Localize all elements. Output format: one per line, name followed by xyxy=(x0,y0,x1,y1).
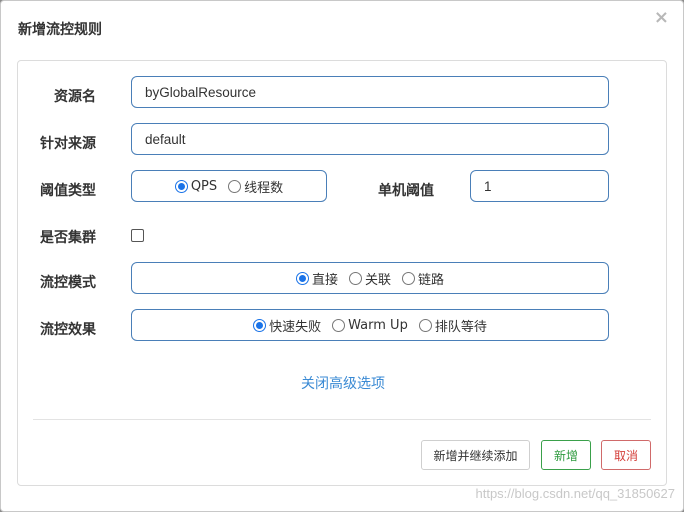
close-icon[interactable]: × xyxy=(654,9,669,27)
resource-field xyxy=(131,76,609,108)
behavior-label: 流控效果 xyxy=(40,322,96,338)
strategy-option-label: 关联 xyxy=(364,272,391,288)
resource-label: 资源名 xyxy=(54,89,96,105)
grade-option-threads[interactable]: 线程数 xyxy=(228,177,283,196)
add-button[interactable]: 新增 xyxy=(541,440,591,470)
footer-divider xyxy=(33,419,651,420)
add-flow-rule-dialog: 新增流控规则 × 资源名 针对来源 阈值类型 QPS 线程数 单机阈值 是否集群… xyxy=(0,0,684,512)
radio-icon xyxy=(253,318,267,332)
grade-radio-group: QPS 线程数 xyxy=(131,170,327,202)
radio-icon xyxy=(332,318,346,332)
radio-icon xyxy=(295,271,309,285)
strategy-option-relate[interactable]: 关联 xyxy=(348,269,391,288)
radio-icon xyxy=(174,179,188,193)
count-input[interactable] xyxy=(471,171,608,201)
strategy-option-label: 直接 xyxy=(311,272,338,288)
limit-app-label: 针对来源 xyxy=(40,136,96,152)
strategy-radio-group: 直接 关联 链路 xyxy=(131,262,609,294)
strategy-label: 流控模式 xyxy=(40,275,96,291)
behavior-radio-group: 快速失败 Warm Up 排队等待 xyxy=(131,309,609,341)
radio-icon xyxy=(348,271,362,285)
limit-app-field xyxy=(131,123,609,155)
count-label: 单机阈值 xyxy=(378,183,434,199)
count-field xyxy=(470,170,609,202)
behavior-option-label: 排队等待 xyxy=(434,319,487,335)
grade-label: 阈值类型 xyxy=(40,183,96,199)
behavior-option-warm-up[interactable]: Warm Up xyxy=(332,318,408,333)
close-advanced-options-link[interactable]: 关闭高级选项 xyxy=(1,373,684,393)
grade-option-qps[interactable]: QPS xyxy=(174,178,218,194)
limit-app-input[interactable] xyxy=(132,124,608,154)
watermark: https://blog.csdn.net/qq_31850627 xyxy=(475,486,676,501)
resource-input[interactable] xyxy=(132,77,608,107)
strategy-option-label: 链路 xyxy=(418,272,445,288)
cluster-checkbox[interactable] xyxy=(131,229,144,242)
cancel-button[interactable]: 取消 xyxy=(601,440,651,470)
dialog-title: 新增流控规则 xyxy=(18,22,102,38)
behavior-option-fast-fail[interactable]: 快速失败 xyxy=(253,316,321,335)
strategy-option-chain[interactable]: 链路 xyxy=(402,269,444,288)
grade-option-label: QPS xyxy=(190,178,218,194)
radio-icon xyxy=(228,179,242,193)
cluster-label: 是否集群 xyxy=(40,230,96,246)
grade-option-label: 线程数 xyxy=(244,180,284,196)
behavior-option-label: Warm Up xyxy=(348,317,408,333)
radio-icon xyxy=(402,271,415,285)
behavior-option-queue[interactable]: 排队等待 xyxy=(418,316,487,335)
radio-icon xyxy=(418,318,432,332)
behavior-option-label: 快速失败 xyxy=(269,319,322,335)
strategy-option-direct[interactable]: 直接 xyxy=(295,269,338,288)
add-and-continue-button[interactable]: 新增并继续添加 xyxy=(421,440,530,470)
